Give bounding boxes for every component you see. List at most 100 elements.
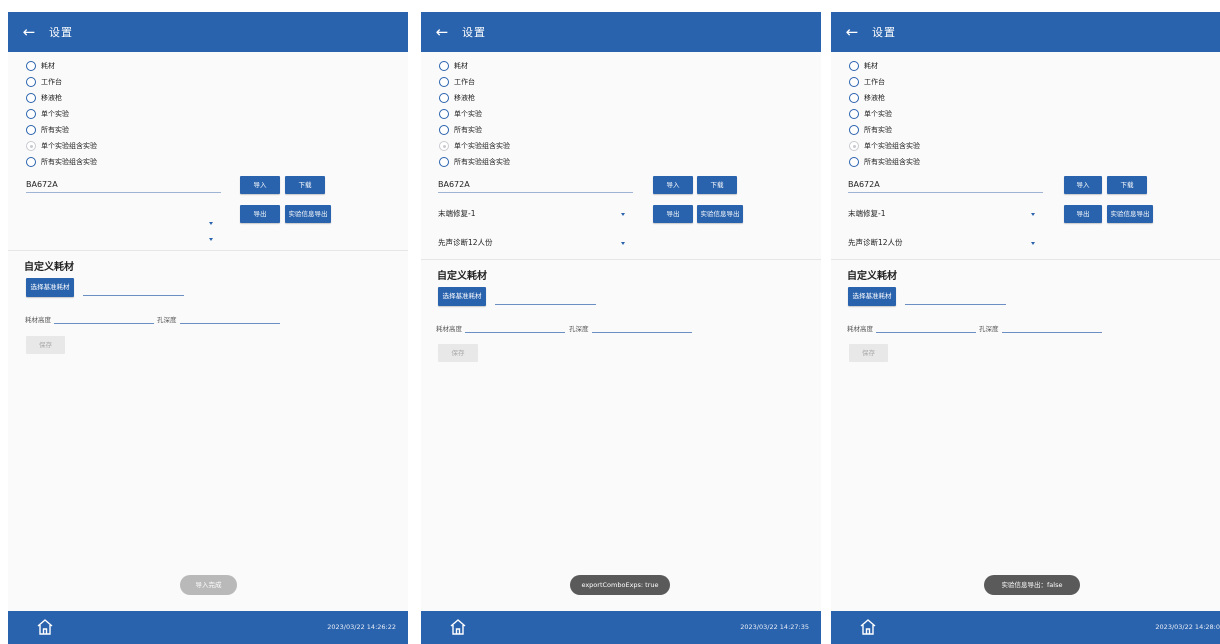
radio-all-combo[interactable]: 所有实验组含实验	[26, 154, 97, 170]
bottom-bar: 2023/03/22 14:27:35	[421, 611, 821, 644]
choose-base-consumable-button[interactable]: 选择基准耗材	[848, 287, 896, 306]
export-info-button[interactable]: 实验信息导出	[285, 205, 331, 223]
depth-label: 孔深度	[157, 316, 177, 324]
radio-single-combo[interactable]: 单个实验组含实验	[439, 138, 510, 154]
settings-screen-1: ← 设置 耗材 工作台 移液枪 单个实验 所有实验 单个实验组含实验 所有实验组…	[8, 12, 408, 644]
radio-button-icon[interactable]	[439, 61, 449, 71]
radio-button-icon[interactable]	[849, 61, 859, 71]
radio-button-icon[interactable]	[439, 157, 449, 167]
combo-dropdown[interactable]: 先声诊断12人份	[848, 237, 1038, 249]
back-arrow-icon[interactable]: ←	[20, 23, 38, 41]
radio-all-combo[interactable]: 所有实验组含实验	[849, 154, 920, 170]
back-arrow-icon[interactable]: ←	[433, 23, 451, 41]
dropdown-value: 先声诊断12人份	[848, 238, 903, 247]
radio-button-selected-icon[interactable]	[439, 141, 449, 151]
import-button[interactable]: 导入	[240, 176, 280, 194]
radio-pipette[interactable]: 移液枪	[26, 90, 97, 106]
export-button[interactable]: 导出	[1064, 205, 1102, 223]
export-info-button[interactable]: 实验信息导出	[697, 205, 743, 223]
depth-label: 孔深度	[569, 325, 589, 333]
radio-button-icon[interactable]	[439, 109, 449, 119]
experiment-code-input[interactable]: BA672A	[26, 178, 221, 193]
consumable-name-input[interactable]	[495, 304, 596, 305]
app-bar: ← 设置	[421, 12, 821, 52]
radio-button-icon[interactable]	[26, 125, 36, 135]
radio-single-experiment[interactable]: 单个实验	[439, 106, 510, 122]
save-button[interactable]: 保存	[26, 336, 65, 354]
experiment-code-input[interactable]: BA672A	[438, 178, 633, 193]
radio-all-experiments[interactable]: 所有实验	[849, 122, 920, 138]
home-icon[interactable]	[448, 617, 468, 637]
download-button[interactable]: 下载	[697, 176, 737, 194]
caret-down-icon	[209, 238, 213, 241]
radio-all-experiments[interactable]: 所有实验	[439, 122, 510, 138]
radio-all-experiments[interactable]: 所有实验	[26, 122, 97, 138]
export-button[interactable]: 导出	[240, 205, 280, 223]
radio-workbench[interactable]: 工作台	[26, 74, 97, 90]
experiment-code-input[interactable]: BA672A	[848, 178, 1043, 193]
radio-single-experiment[interactable]: 单个实验	[26, 106, 97, 122]
radio-button-icon[interactable]	[439, 77, 449, 87]
radio-button-icon[interactable]	[26, 61, 36, 71]
experiment-dropdown[interactable]: 末端修复-1	[848, 208, 1038, 220]
height-input[interactable]	[54, 323, 154, 324]
radio-single-combo[interactable]: 单个实验组含实验	[849, 138, 920, 154]
radio-button-selected-icon[interactable]	[26, 141, 36, 151]
radio-single-combo[interactable]: 单个实验组含实验	[26, 138, 97, 154]
caret-down-icon	[1031, 242, 1035, 245]
depth-input[interactable]	[180, 323, 280, 324]
radio-pipette[interactable]: 移液枪	[849, 90, 920, 106]
choose-base-consumable-button[interactable]: 选择基准耗材	[438, 287, 486, 306]
radio-workbench[interactable]: 工作台	[439, 74, 510, 90]
height-label: 耗材高度	[847, 325, 873, 333]
experiment-dropdown[interactable]	[26, 208, 216, 225]
radio-button-icon[interactable]	[439, 93, 449, 103]
import-button[interactable]: 导入	[653, 176, 693, 194]
depth-input[interactable]	[592, 332, 692, 333]
export-info-button[interactable]: 实验信息导出	[1107, 205, 1153, 223]
choose-base-consumable-button[interactable]: 选择基准耗材	[26, 278, 74, 297]
timestamp: 2023/03/22 14:26:22	[327, 623, 396, 631]
radio-button-icon[interactable]	[26, 109, 36, 119]
experiment-dropdown[interactable]: 末端修复-1	[438, 208, 628, 220]
save-button[interactable]: 保存	[849, 344, 888, 362]
radio-button-icon[interactable]	[849, 109, 859, 119]
radio-button-icon[interactable]	[26, 157, 36, 167]
height-input[interactable]	[465, 332, 565, 333]
timestamp: 2023/03/22 14:28:0	[1155, 623, 1220, 631]
download-button[interactable]: 下载	[1107, 176, 1147, 194]
radio-button-icon[interactable]	[26, 93, 36, 103]
radio-pipette[interactable]: 移液枪	[439, 90, 510, 106]
radio-button-selected-icon[interactable]	[849, 141, 859, 151]
back-arrow-icon[interactable]: ←	[843, 23, 861, 41]
radio-single-experiment[interactable]: 单个实验	[849, 106, 920, 122]
import-button[interactable]: 导入	[1064, 176, 1102, 194]
combo-dropdown[interactable]	[26, 231, 216, 243]
radio-button-icon[interactable]	[849, 77, 859, 87]
caret-down-icon	[1031, 213, 1035, 216]
radio-button-icon[interactable]	[849, 93, 859, 103]
combo-dropdown[interactable]: 先声诊断12人份	[438, 237, 628, 249]
depth-label: 孔深度	[979, 325, 999, 333]
home-icon[interactable]	[858, 617, 878, 637]
radio-button-icon[interactable]	[26, 77, 36, 87]
export-button[interactable]: 导出	[653, 205, 693, 223]
radio-consumables[interactable]: 耗材	[849, 58, 920, 74]
height-input[interactable]	[876, 332, 976, 333]
consumable-name-input[interactable]	[905, 304, 1006, 305]
consumable-name-input[interactable]	[83, 295, 184, 296]
depth-input[interactable]	[1002, 332, 1102, 333]
timestamp: 2023/03/22 14:27:35	[740, 623, 809, 631]
radio-button-icon[interactable]	[849, 125, 859, 135]
radio-button-icon[interactable]	[849, 157, 859, 167]
radio-all-combo[interactable]: 所有实验组含实验	[439, 154, 510, 170]
save-button[interactable]: 保存	[438, 344, 478, 362]
height-label: 耗材高度	[436, 325, 462, 333]
radio-consumables[interactable]: 耗材	[26, 58, 97, 74]
dropdown-value: 末端修复-1	[848, 209, 886, 218]
home-icon[interactable]	[35, 617, 55, 637]
download-button[interactable]: 下载	[285, 176, 325, 194]
radio-consumables[interactable]: 耗材	[439, 58, 510, 74]
radio-workbench[interactable]: 工作台	[849, 74, 920, 90]
radio-button-icon[interactable]	[439, 125, 449, 135]
